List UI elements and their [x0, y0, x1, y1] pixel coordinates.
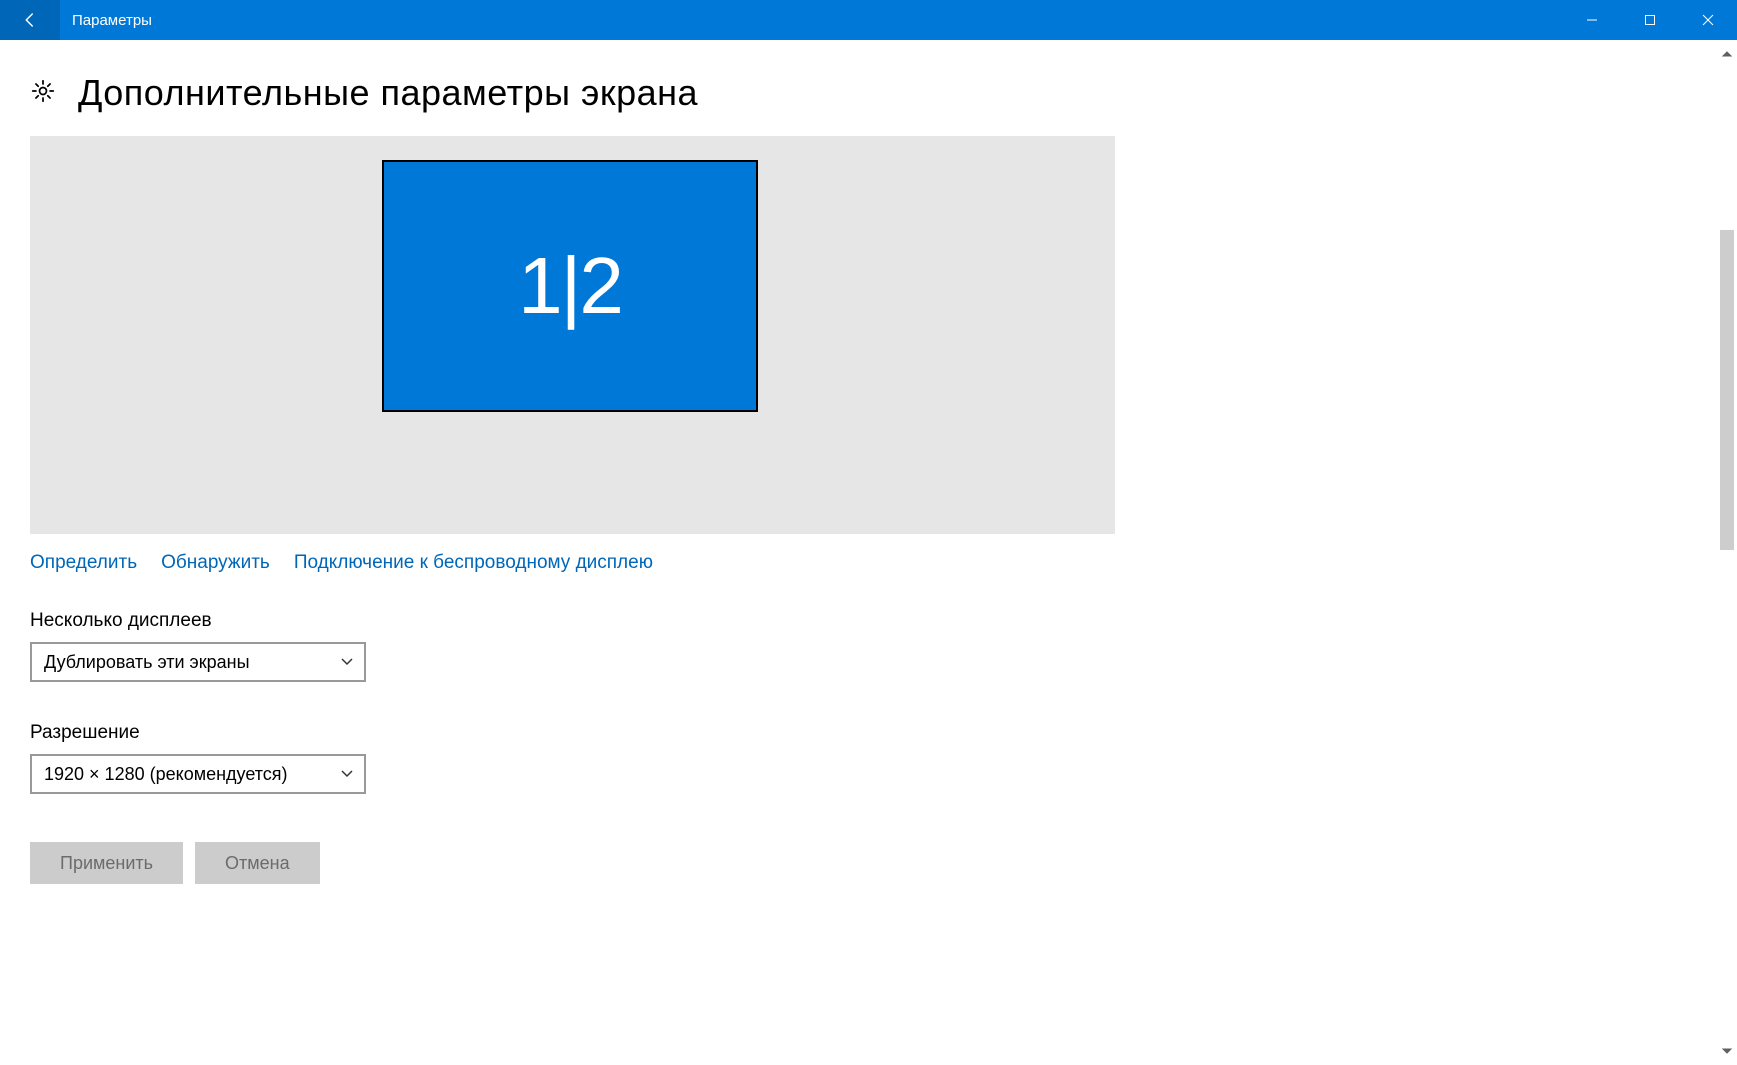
scrollbar-thumb[interactable] — [1720, 230, 1734, 550]
page-body: Дополнительные параметры экрана 1|2 Опре… — [0, 40, 1737, 1065]
window-controls — [1563, 0, 1737, 40]
content-area: 1|2 Определить Обнаружить Подключение к … — [30, 136, 1115, 884]
multiple-displays-select[interactable]: Дублировать эти экраны — [30, 642, 366, 682]
arrow-left-icon — [21, 11, 39, 29]
maximize-button[interactable] — [1621, 0, 1679, 40]
multiple-displays-value: Дублировать эти экраны — [44, 652, 250, 673]
maximize-icon — [1644, 14, 1656, 26]
gear-icon — [30, 78, 56, 109]
chevron-down-icon — [1722, 1046, 1732, 1056]
close-icon — [1702, 14, 1714, 26]
title-bar: Параметры — [0, 0, 1737, 40]
resolution-select[interactable]: 1920 × 1280 (рекомендуется) — [30, 754, 366, 794]
back-button[interactable] — [0, 0, 60, 40]
action-row: Применить Отмена — [30, 842, 1115, 884]
chevron-down-icon — [340, 652, 354, 673]
multiple-displays-label: Несколько дисплеев — [30, 610, 1115, 632]
display-tile-label: 1|2 — [518, 240, 622, 332]
chevron-up-icon — [1722, 49, 1732, 59]
identify-link[interactable]: Определить — [30, 552, 137, 574]
detect-link[interactable]: Обнаружить — [161, 552, 270, 574]
chevron-down-icon — [340, 764, 354, 785]
page-title: Дополнительные параметры экрана — [78, 72, 698, 114]
resolution-value: 1920 × 1280 (рекомендуется) — [44, 764, 288, 785]
vertical-scrollbar[interactable] — [1717, 40, 1737, 1065]
resolution-label: Разрешение — [30, 722, 1115, 744]
display-tile[interactable]: 1|2 — [382, 160, 758, 412]
wireless-display-link[interactable]: Подключение к беспроводному дисплею — [294, 552, 653, 574]
display-links-row: Определить Обнаружить Подключение к бесп… — [30, 552, 1115, 574]
scrollbar-down-button[interactable] — [1719, 1043, 1735, 1059]
scrollbar-up-button[interactable] — [1719, 46, 1735, 62]
close-button[interactable] — [1679, 0, 1737, 40]
cancel-button[interactable]: Отмена — [195, 842, 320, 884]
minimize-icon — [1586, 14, 1598, 26]
window-title: Параметры — [60, 0, 1563, 40]
apply-button[interactable]: Применить — [30, 842, 183, 884]
minimize-button[interactable] — [1563, 0, 1621, 40]
display-arrangement-area[interactable]: 1|2 — [30, 136, 1115, 534]
page-header: Дополнительные параметры экрана — [0, 72, 1737, 114]
